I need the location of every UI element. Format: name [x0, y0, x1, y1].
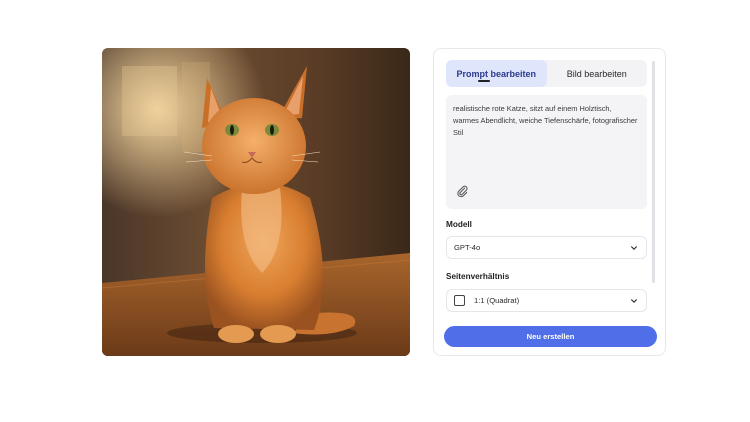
cat-image [102, 48, 410, 356]
aspect-ratio-label: Seitenverhältnis [446, 272, 510, 281]
prompt-text[interactable]: realistische rote Katze, sitzt auf einem… [453, 103, 639, 139]
square-icon [454, 295, 465, 306]
prompt-field[interactable]: realistische rote Katze, sitzt auf einem… [446, 95, 647, 209]
tab-prompt-edit[interactable]: Prompt bearbeiten [446, 60, 547, 87]
aspect-ratio-value: 1:1 (Quadrat) [474, 296, 520, 305]
tab-image-edit[interactable]: Bild bearbeiten [547, 60, 648, 87]
editor-panel: Prompt bearbeiten Bild bearbeiten realis… [433, 48, 666, 356]
image-generator-page: Prompt bearbeiten Bild bearbeiten realis… [0, 0, 750, 422]
tab-bar: Prompt bearbeiten Bild bearbeiten [446, 60, 647, 87]
model-select[interactable]: GPT-4o [446, 236, 647, 259]
active-tab-indicator [478, 80, 490, 82]
paperclip-icon[interactable] [455, 184, 469, 198]
create-new-button[interactable]: Neu erstellen [444, 326, 657, 347]
chevron-down-icon [631, 299, 637, 303]
generated-image [102, 48, 410, 356]
panel-scrollbar[interactable] [652, 61, 655, 283]
model-label: Modell [446, 220, 472, 229]
model-value: GPT-4o [454, 243, 481, 252]
chevron-down-icon [631, 246, 637, 250]
aspect-ratio-select[interactable]: 1:1 (Quadrat) [446, 289, 647, 312]
